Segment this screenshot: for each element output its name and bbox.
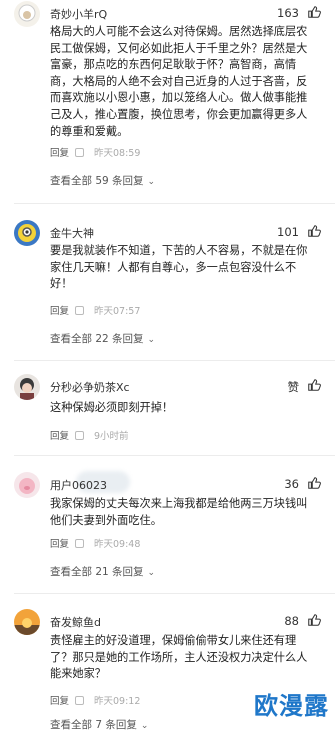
dislike-icon[interactable] bbox=[75, 696, 85, 705]
username[interactable]: 分秒必争奶茶Xc bbox=[50, 379, 130, 395]
divider bbox=[14, 593, 335, 594]
like-count: 163 bbox=[277, 6, 299, 20]
thumbs-up-icon[interactable] bbox=[307, 613, 321, 627]
like-count: 101 bbox=[277, 225, 299, 239]
chevron-down-icon: ⌄ bbox=[147, 568, 156, 578]
watermark-logo: 欧漫露 bbox=[254, 692, 329, 720]
dislike-icon[interactable] bbox=[75, 539, 85, 548]
reply-button[interactable]: 回复 bbox=[50, 696, 69, 707]
chevron-down-icon: ⌄ bbox=[140, 721, 149, 731]
comment-meta: 回复 昨天07:57 bbox=[50, 303, 140, 317]
comment-meta: 回复 昨天08:59 bbox=[50, 145, 140, 159]
avatar-pig-icon bbox=[14, 472, 40, 498]
like-count: 88 bbox=[284, 614, 299, 628]
comment-text: 要是我就装作不知道，下苦的人不容易，不就是在你家住几天嘛！人都有自尊心，多一点包… bbox=[50, 244, 308, 291]
avatar[interactable] bbox=[14, 220, 40, 246]
avatar[interactable] bbox=[14, 1, 40, 27]
dislike-icon[interactable] bbox=[75, 306, 85, 315]
timestamp: 昨天08:59 bbox=[94, 148, 141, 159]
like-label: 赞 bbox=[287, 380, 300, 394]
dislike-icon[interactable] bbox=[75, 148, 85, 157]
avatar[interactable] bbox=[14, 472, 40, 498]
chevron-down-icon: ⌄ bbox=[147, 177, 156, 187]
comment-text: 这种保姆必须即刻开掉！ bbox=[50, 401, 174, 414]
reply-button[interactable]: 回复 bbox=[50, 306, 69, 317]
chevron-down-icon: ⌄ bbox=[147, 335, 156, 345]
view-all-label: 查看全部 21 条回复 bbox=[50, 566, 144, 578]
username[interactable]: 奋发鲸鱼d bbox=[50, 614, 101, 630]
timestamp: 昨天09:12 bbox=[94, 696, 141, 707]
divider bbox=[14, 455, 335, 456]
timestamp: 9小时前 bbox=[94, 431, 129, 442]
timestamp: 昨天07:57 bbox=[94, 306, 141, 317]
divider bbox=[14, 360, 335, 361]
avatar-sunset-icon bbox=[14, 609, 40, 635]
divider bbox=[14, 203, 335, 204]
comment-text: 我家保姆的丈夫每次来上海我都是给他两三万块钱叫他们夫妻到外面吃住。 bbox=[50, 497, 308, 527]
dislike-icon[interactable] bbox=[75, 431, 85, 440]
like-count: 36 bbox=[284, 477, 299, 491]
avatar-character-icon bbox=[14, 374, 40, 400]
username[interactable]: 奇妙小羊rQ bbox=[50, 6, 107, 22]
reply-button[interactable]: 回复 bbox=[50, 431, 69, 442]
timestamp: 昨天09:48 bbox=[94, 539, 141, 550]
comment-meta: 回复 昨天09:12 bbox=[50, 693, 140, 707]
reply-button[interactable]: 回复 bbox=[50, 148, 69, 159]
comment-meta: 回复 9小时前 bbox=[50, 428, 129, 442]
avatar-sheep-icon bbox=[14, 1, 40, 27]
view-all-replies-button[interactable]: 查看全部 59 条回复 ⌄ bbox=[50, 173, 155, 188]
thumbs-up-icon[interactable] bbox=[307, 476, 321, 490]
reply-button[interactable]: 回复 bbox=[50, 539, 69, 550]
comment-meta: 回复 昨天09:48 bbox=[50, 536, 140, 550]
thumbs-up-icon[interactable] bbox=[307, 5, 321, 19]
avatar[interactable] bbox=[14, 609, 40, 635]
avatar-minion-icon bbox=[14, 220, 40, 246]
comment-text: 责怪雇主的好没道理，保姆偷偷带女儿来住还有理了？那只是她的工作场所，主人还没权力… bbox=[50, 634, 308, 681]
view-all-label: 查看全部 7 条回复 bbox=[50, 719, 137, 731]
username[interactable]: 用户06023 bbox=[50, 477, 107, 493]
view-all-replies-button[interactable]: 查看全部 7 条回复 ⌄ bbox=[50, 717, 148, 732]
avatar[interactable] bbox=[14, 374, 40, 400]
username[interactable]: 金牛大神 bbox=[50, 225, 94, 241]
view-all-replies-button[interactable]: 查看全部 22 条回复 ⌄ bbox=[50, 331, 155, 346]
view-all-label: 查看全部 22 条回复 bbox=[50, 333, 144, 345]
thumbs-up-icon[interactable] bbox=[307, 224, 321, 238]
thumbs-up-icon[interactable] bbox=[307, 378, 321, 392]
view-all-replies-button[interactable]: 查看全部 21 条回复 ⌄ bbox=[50, 564, 155, 579]
comment-text: 格局大的人可能不会这么对待保姆。居然选择底层农民工做保姆，又何必如此拒人于千里之… bbox=[50, 25, 308, 138]
view-all-label: 查看全部 59 条回复 bbox=[50, 175, 144, 187]
